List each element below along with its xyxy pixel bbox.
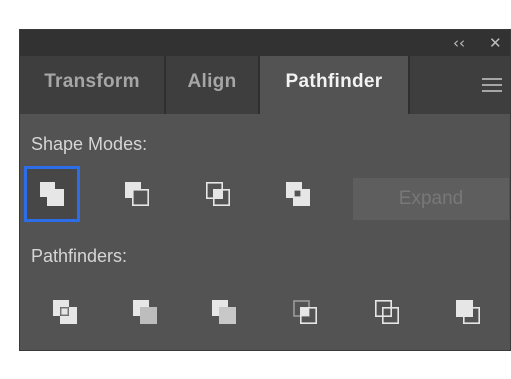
- unite-icon: [40, 182, 64, 206]
- divide-icon: [53, 300, 77, 324]
- outline-icon: [374, 299, 399, 324]
- outline-button[interactable]: [359, 284, 415, 340]
- tab-transform[interactable]: Transform: [20, 56, 164, 114]
- exclude-button[interactable]: [270, 166, 326, 222]
- crop-icon: [293, 300, 317, 324]
- pathfinder-panel: ‹‹ ✕ Transform Align Pathfinder Shape Mo…: [19, 29, 511, 351]
- minus-back-button[interactable]: [440, 284, 496, 340]
- divide-button[interactable]: [37, 284, 93, 340]
- unite-button[interactable]: [24, 166, 80, 222]
- crop-button[interactable]: [277, 284, 333, 340]
- panel-title-bar[interactable]: ‹‹ ✕: [20, 30, 510, 56]
- trim-icon: [133, 300, 157, 324]
- intersect-icon: [205, 181, 230, 206]
- hamburger-menu-icon[interactable]: [482, 78, 502, 92]
- pathfinders-label: Pathfinders:: [31, 246, 128, 266]
- tab-align[interactable]: Align: [166, 56, 258, 114]
- tab-pathfinder[interactable]: Pathfinder: [260, 56, 408, 114]
- panel-tab-bar: Transform Align Pathfinder: [20, 56, 510, 114]
- minus-back-icon: [456, 300, 480, 324]
- intersect-button[interactable]: [190, 166, 246, 222]
- minus-front-icon: [125, 182, 149, 206]
- expand-button[interactable]: Expand: [353, 178, 509, 220]
- exclude-icon: [286, 182, 310, 206]
- merge-icon: [212, 300, 236, 324]
- shape-modes-label: Shape Modes:: [31, 134, 148, 154]
- minus-front-button[interactable]: [109, 166, 165, 222]
- close-panel-icon[interactable]: ✕: [489, 33, 502, 53]
- merge-button[interactable]: [196, 284, 252, 340]
- trim-button[interactable]: [117, 284, 173, 340]
- collapse-panel-icon[interactable]: ‹‹: [453, 33, 465, 53]
- tab-divider: [408, 56, 410, 114]
